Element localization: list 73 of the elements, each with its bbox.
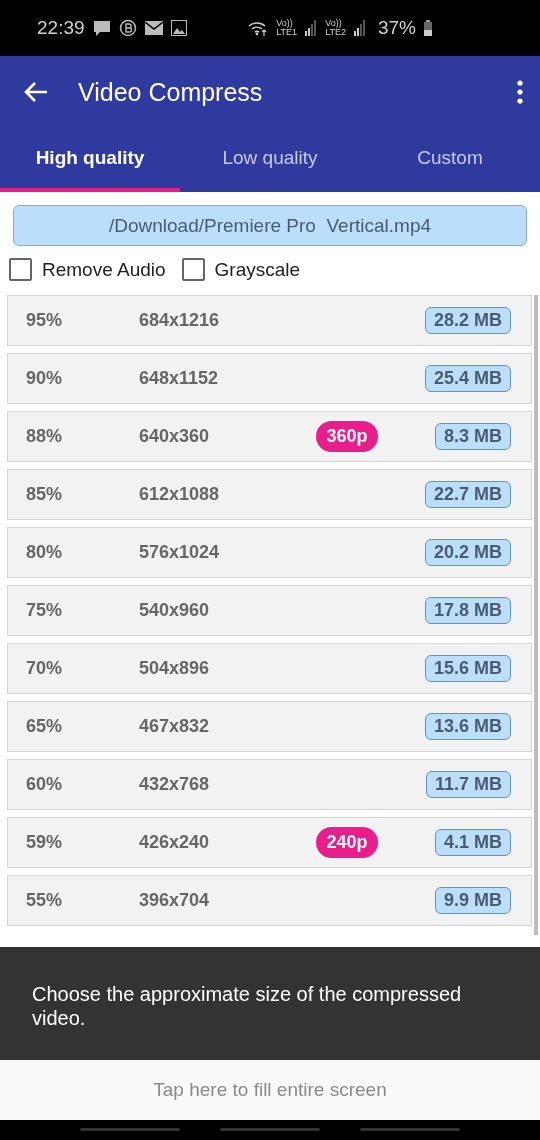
checkbox-label[interactable]: Grayscale	[214, 258, 301, 281]
percent-text: 65%	[26, 716, 64, 737]
battery-icon	[424, 20, 432, 36]
resolution-text: 540x960	[139, 600, 211, 621]
resolution-text: 640x360	[139, 426, 211, 447]
preset-row[interactable]: 70% 504x896 15.6 MB	[7, 643, 532, 694]
volte-label: Vo))	[325, 19, 342, 28]
percent-text: 59%	[26, 832, 64, 853]
volte-label: Vo))	[276, 19, 293, 28]
size-badge: 17.8 MB	[424, 597, 511, 624]
size-badge: 4.1 MB	[434, 829, 511, 856]
size-badge: 13.6 MB	[424, 713, 511, 740]
mail-icon	[144, 21, 163, 35]
hint-text: Choose the approximate size of the compressed video.	[0, 947, 540, 1060]
tab[interactable]: High quality	[0, 128, 180, 192]
resolution-text: 432x768	[139, 774, 211, 795]
message-icon	[92, 19, 111, 37]
size-badge: 22.7 MB	[424, 481, 511, 508]
signal-icon	[353, 20, 366, 36]
percent-text: 55%	[26, 890, 64, 911]
checkbox-label[interactable]: Remove Audio	[42, 258, 166, 281]
preset-row[interactable]: 90% 648x1152 25.4 MB	[7, 353, 532, 404]
percent-text: 85%	[26, 484, 64, 505]
resolution-text: 504x896	[139, 658, 211, 679]
resolution-text: 467x832	[139, 716, 211, 737]
size-badge: 11.7 MB	[425, 771, 511, 798]
preset-row[interactable]: 95% 684x1216 28.2 MB	[7, 295, 532, 346]
preset-row[interactable]: 59% 426x240 240p 4.1 MB	[7, 817, 532, 868]
percent-text: 80%	[26, 542, 64, 563]
preset-row[interactable]: 88% 640x360 360p 8.3 MB	[7, 411, 532, 462]
size-badge: 8.3 MB	[434, 423, 511, 450]
size-badge: 9.9 MB	[434, 887, 511, 914]
tab[interactable]: Low quality	[180, 128, 360, 192]
back-arrow-icon[interactable]	[24, 81, 48, 103]
size-badge: 25.4 MB	[424, 365, 511, 392]
checkbox[interactable]	[9, 258, 32, 281]
wifi-icon	[248, 20, 269, 36]
size-badge: 15.6 MB	[424, 655, 511, 682]
percent-text: 75%	[26, 600, 64, 621]
size-badge: 28.2 MB	[424, 307, 511, 334]
preset-row[interactable]: 75% 540x960 17.8 MB	[7, 585, 532, 636]
resolution-text: 648x1152	[139, 368, 220, 389]
resolution-badge: 240p	[316, 827, 378, 858]
percent-text: 90%	[26, 368, 64, 389]
battery-percent: 37%	[377, 17, 416, 39]
more-options-icon[interactable]	[516, 80, 524, 104]
preset-row[interactable]: 85% 612x1088 22.7 MB	[7, 469, 532, 520]
checkbox[interactable]	[181, 258, 205, 281]
size-badge: 20.2 MB	[424, 539, 511, 566]
preset-row[interactable]: 80% 576x1024 20.2 MB	[7, 527, 532, 578]
business-chat-icon	[118, 19, 137, 37]
app-title: Video Compress	[78, 77, 264, 107]
preset-row[interactable]: 55% 396x704 9.9 MB	[7, 875, 532, 926]
fill-screen-button[interactable]: Tap here to fill entire screen	[0, 1060, 540, 1120]
image-icon	[170, 20, 187, 36]
resolution-text: 684x1216	[139, 310, 221, 331]
resolution-badge: 360p	[316, 421, 378, 452]
percent-text: 60%	[26, 774, 64, 795]
file-path-field[interactable]: /Download/Premiere Pro Vertical.mp4	[13, 205, 527, 246]
resolution-text: 612x1088	[139, 484, 221, 505]
preset-row[interactable]: 60% 432x768 11.7 MB	[7, 759, 532, 810]
resolution-text: 576x1024	[139, 542, 221, 563]
resolution-text: 396x704	[139, 890, 211, 911]
signal-icon	[305, 20, 318, 36]
status-time: 22:39	[37, 17, 85, 39]
network-label: LTE2	[325, 28, 346, 37]
percent-text: 70%	[26, 658, 64, 679]
percent-text: 95%	[26, 310, 64, 331]
percent-text: 88%	[26, 426, 64, 447]
preset-row[interactable]: 65% 467x832 13.6 MB	[7, 701, 532, 752]
tab[interactable]: Custom	[360, 128, 540, 192]
network-label: LTE1	[276, 28, 298, 37]
resolution-text: 426x240	[139, 832, 211, 853]
